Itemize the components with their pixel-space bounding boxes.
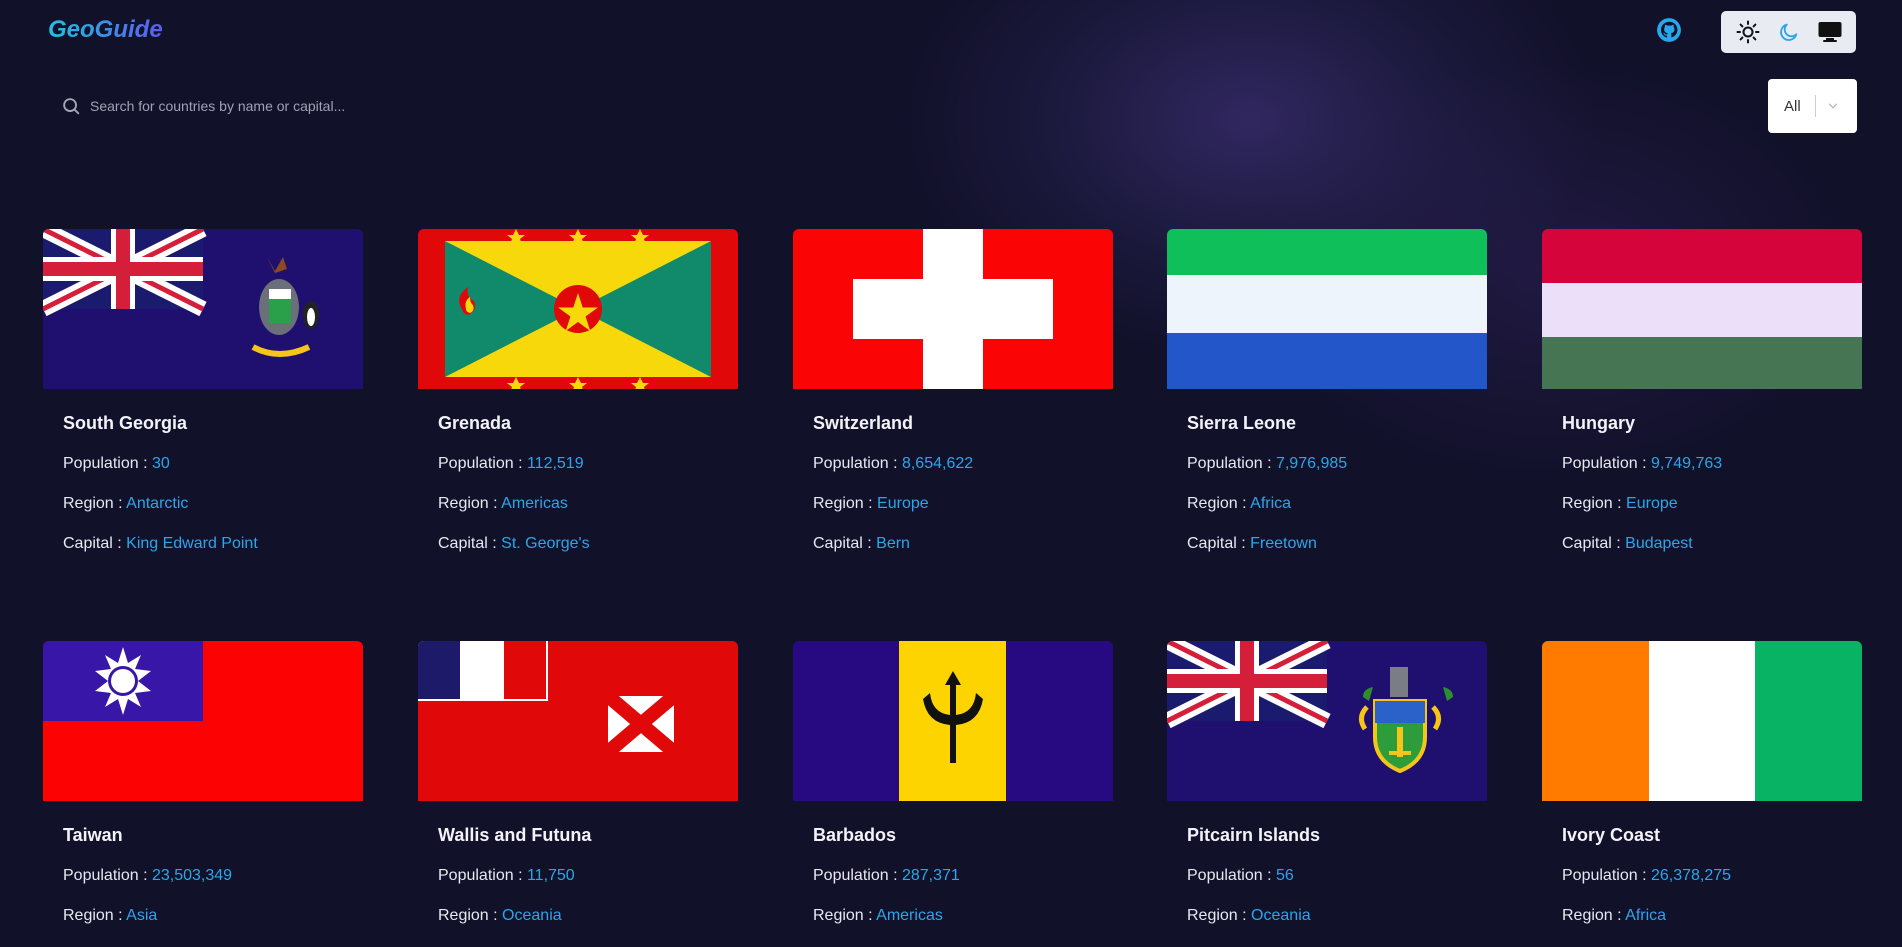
capital-value: King Edward Point [126, 535, 258, 552]
country-name: Grenada [438, 413, 512, 433]
region-value: Europe [877, 495, 929, 512]
population-label: Population : [1187, 455, 1276, 472]
flag-image [793, 229, 1113, 389]
capital-value: Bern [876, 535, 910, 552]
flag-image [418, 229, 738, 389]
region-value: Antarctic [126, 495, 189, 512]
country-card[interactable]: Wallis and Futuna Population : 11,750 Re… [418, 641, 738, 947]
region-value: Americas [876, 907, 943, 924]
population-label: Population : [1562, 867, 1651, 884]
search-bar [44, 80, 1744, 132]
country-name: Sierra Leone [1187, 413, 1297, 433]
region-value: Africa [1625, 907, 1667, 924]
population-value: 287,371 [901, 867, 960, 884]
region-value: Oceania [502, 907, 562, 924]
capital-value: Budapest [1625, 535, 1693, 552]
country-card[interactable]: Sierra Leone Population : 7,976,985 Regi… [1167, 229, 1487, 575]
capital-label: Capital : [438, 535, 502, 552]
filter-selected-value: All [1784, 97, 1801, 115]
flag-image [43, 229, 363, 389]
population-value: 11,750 [526, 867, 575, 884]
population-label: Population : [813, 867, 902, 884]
country-card[interactable]: Hungary Population : 9,749,763 Region : … [1542, 229, 1862, 575]
population-value: 30 [151, 455, 170, 472]
country-name: Wallis and Futuna [438, 825, 592, 845]
region-label: Region : [63, 907, 127, 924]
population-label: Population : [438, 867, 527, 884]
flag-image [1167, 229, 1487, 389]
region-value: Europe [1626, 495, 1678, 512]
population-value: 8,654,622 [901, 455, 974, 472]
country-card[interactable]: Taiwan Population : 23,503,349 Region : … [43, 641, 363, 947]
population-label: Population : [438, 455, 527, 472]
flag-image [1167, 641, 1487, 801]
sun-icon[interactable] [1733, 17, 1763, 47]
population-value: 26,378,275 [1650, 867, 1732, 884]
population-value: 7,976,985 [1275, 455, 1348, 472]
population-value: 23,503,349 [151, 867, 233, 884]
country-name: Switzerland [813, 413, 914, 433]
population-label: Population : [1562, 455, 1651, 472]
github-icon[interactable] [1656, 17, 1682, 43]
country-card[interactable]: Grenada Population : 112,519 Region : Am… [418, 229, 738, 575]
region-label: Region : [813, 495, 878, 512]
capital-label: Capital : [1187, 535, 1251, 552]
region-value: Oceania [1251, 907, 1311, 924]
country-name: Ivory Coast [1562, 825, 1661, 845]
region-value: Asia [126, 907, 158, 924]
population-label: Population : [63, 455, 152, 472]
country-card[interactable]: Barbados Population : 287,371 Region : A… [793, 641, 1113, 947]
flag-image [1542, 641, 1862, 801]
flag-image [1542, 229, 1862, 389]
country-name: Hungary [1562, 413, 1636, 433]
population-value: 56 [1275, 867, 1294, 884]
region-label: Region : [813, 907, 877, 924]
region-value: Americas [501, 495, 568, 512]
region-filter-select[interactable]: All [1768, 79, 1857, 133]
population-label: Population : [1187, 867, 1276, 884]
capital-value: St. George's [501, 535, 590, 552]
filter-separator [1814, 95, 1816, 117]
moon-icon[interactable] [1774, 17, 1804, 47]
region-label: Region : [438, 495, 502, 512]
country-name: South Georgia [63, 413, 188, 433]
flag-image [418, 641, 738, 801]
country-card[interactable]: Switzerland Population : 8,654,622 Regio… [793, 229, 1113, 575]
region-label: Region : [1187, 495, 1251, 512]
region-label: Region : [1187, 907, 1252, 924]
monitor-icon[interactable] [1815, 17, 1845, 47]
region-value: Africa [1250, 495, 1292, 512]
country-card[interactable]: South Georgia Population : 30 Region : A… [43, 229, 363, 575]
country-name: Pitcairn Islands [1187, 825, 1321, 845]
country-name: Barbados [813, 825, 897, 845]
chevron-down-icon[interactable] [1826, 99, 1840, 113]
population-label: Population : [63, 867, 152, 884]
population-value: 9,749,763 [1650, 455, 1723, 472]
capital-label: Capital : [1562, 535, 1626, 552]
capital-label: Capital : [813, 535, 877, 552]
app-logo[interactable]: GeoGuide [48, 16, 163, 44]
country-card[interactable]: Ivory Coast Population : 26,378,275 Regi… [1542, 641, 1862, 947]
region-label: Region : [438, 907, 503, 924]
region-label: Region : [63, 495, 127, 512]
population-label: Population : [813, 455, 902, 472]
country-card[interactable]: Pitcairn Islands Population : 56 Region … [1167, 641, 1487, 947]
capital-label: Capital : [63, 535, 127, 552]
search-input[interactable] [88, 97, 1744, 115]
search-icon [63, 98, 80, 115]
capital-value: Freetown [1250, 535, 1317, 552]
flag-image [793, 641, 1113, 801]
flag-image [43, 641, 363, 801]
theme-switcher[interactable] [1721, 11, 1856, 53]
region-label: Region : [1562, 907, 1626, 924]
country-name: Taiwan [63, 825, 123, 845]
region-label: Region : [1562, 495, 1627, 512]
population-value: 112,519 [526, 455, 584, 472]
